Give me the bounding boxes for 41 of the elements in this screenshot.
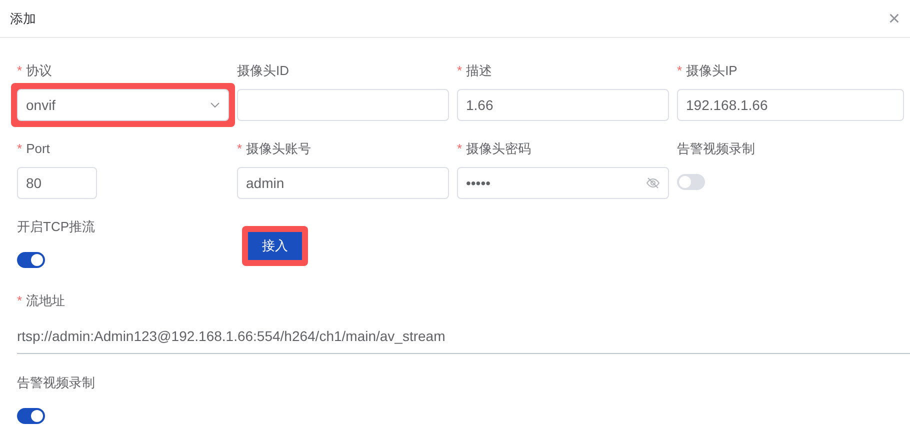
stream-url-field[interactable]: rtsp://admin:Admin123@192.168.1.66:554/h264/ch1/main/av_stream	[17, 320, 910, 354]
required-asterisk: *	[17, 140, 22, 158]
field-label: 摄像头账号	[246, 140, 312, 158]
protocol-select[interactable]: onvif	[17, 89, 229, 121]
field-value: admin	[246, 174, 286, 192]
dialog-title: 添加	[10, 10, 36, 28]
input-field[interactable]: •••••	[457, 167, 669, 199]
required-asterisk: *	[677, 62, 682, 80]
field-label: 摄像头ID	[237, 62, 289, 80]
toggle-switch[interactable]	[17, 408, 45, 424]
field-label: 告警视频录制	[17, 374, 95, 392]
field-label: 描述	[466, 62, 492, 80]
required-asterisk: *	[457, 62, 462, 80]
field-value: rtsp://admin:Admin123@192.168.1.66:554/h264/ch1/main/av_stream	[17, 327, 446, 346]
close-icon[interactable]: ×	[888, 8, 900, 28]
field-label: 摄像头IP	[686, 62, 738, 80]
field-value: 1.66	[466, 96, 494, 114]
field-value: 192.168.1.66	[686, 96, 769, 114]
field-label: 流地址	[26, 292, 66, 310]
required-asterisk: *	[17, 292, 22, 310]
field-value: •••••	[466, 174, 492, 192]
chevron-down-icon	[210, 102, 220, 108]
field-label: 开启TCP推流	[17, 218, 95, 236]
input-field[interactable]: 192.168.1.66	[677, 89, 904, 121]
field-label: 摄像头密码	[466, 140, 532, 158]
field-label: 告警视频录制	[677, 140, 755, 158]
input-field[interactable]: 1.66	[457, 89, 669, 121]
input-field[interactable]: admin	[237, 167, 449, 199]
toggle-switch[interactable]	[677, 174, 705, 190]
required-asterisk: *	[17, 62, 22, 80]
field-label: 协议	[26, 62, 52, 80]
required-asterisk: *	[237, 140, 242, 158]
toggle-switch[interactable]	[17, 252, 45, 268]
eye-slash-icon[interactable]	[646, 176, 660, 190]
field-value: 80	[26, 174, 43, 192]
connect-button[interactable]: 接入	[248, 232, 302, 260]
field-value: onvif	[26, 96, 57, 114]
required-asterisk: *	[457, 140, 462, 158]
input-field[interactable]	[237, 89, 449, 121]
input-field[interactable]: 80	[17, 167, 97, 199]
field-label: Port	[26, 140, 50, 158]
